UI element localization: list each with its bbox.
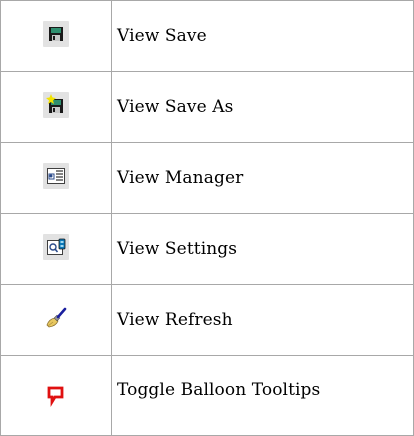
view-manager-icon <box>43 162 69 189</box>
command-label: View Refresh <box>111 284 414 356</box>
view-settings-icon <box>43 233 69 260</box>
table-row: View Refresh <box>0 284 414 356</box>
command-label: View Manager <box>111 142 414 214</box>
paintbrush-icon <box>43 305 69 331</box>
command-label: Toggle Balloon Tooltips <box>111 355 414 436</box>
balloon-tooltip-icon <box>43 382 69 408</box>
table-row: View Save As <box>0 71 414 143</box>
icon-cell <box>0 284 112 356</box>
command-label: View Save As <box>111 71 414 143</box>
icon-cell <box>0 142 112 214</box>
floppy-disk-star-icon <box>43 91 69 118</box>
floppy-disk-icon <box>43 20 69 47</box>
command-label: View Save <box>111 0 414 72</box>
table-row: View Save <box>0 0 414 72</box>
command-label: View Settings <box>111 213 414 285</box>
icon-cell <box>0 71 112 143</box>
icon-cell <box>0 0 112 72</box>
toolbar-commands-table: View Save View Save As View Manager View… <box>0 0 414 436</box>
table-row: View Settings <box>0 213 414 285</box>
table-row: Toggle Balloon Tooltips <box>0 355 414 436</box>
icon-cell <box>0 355 112 436</box>
table-row: View Manager <box>0 142 414 214</box>
icon-cell <box>0 213 112 285</box>
